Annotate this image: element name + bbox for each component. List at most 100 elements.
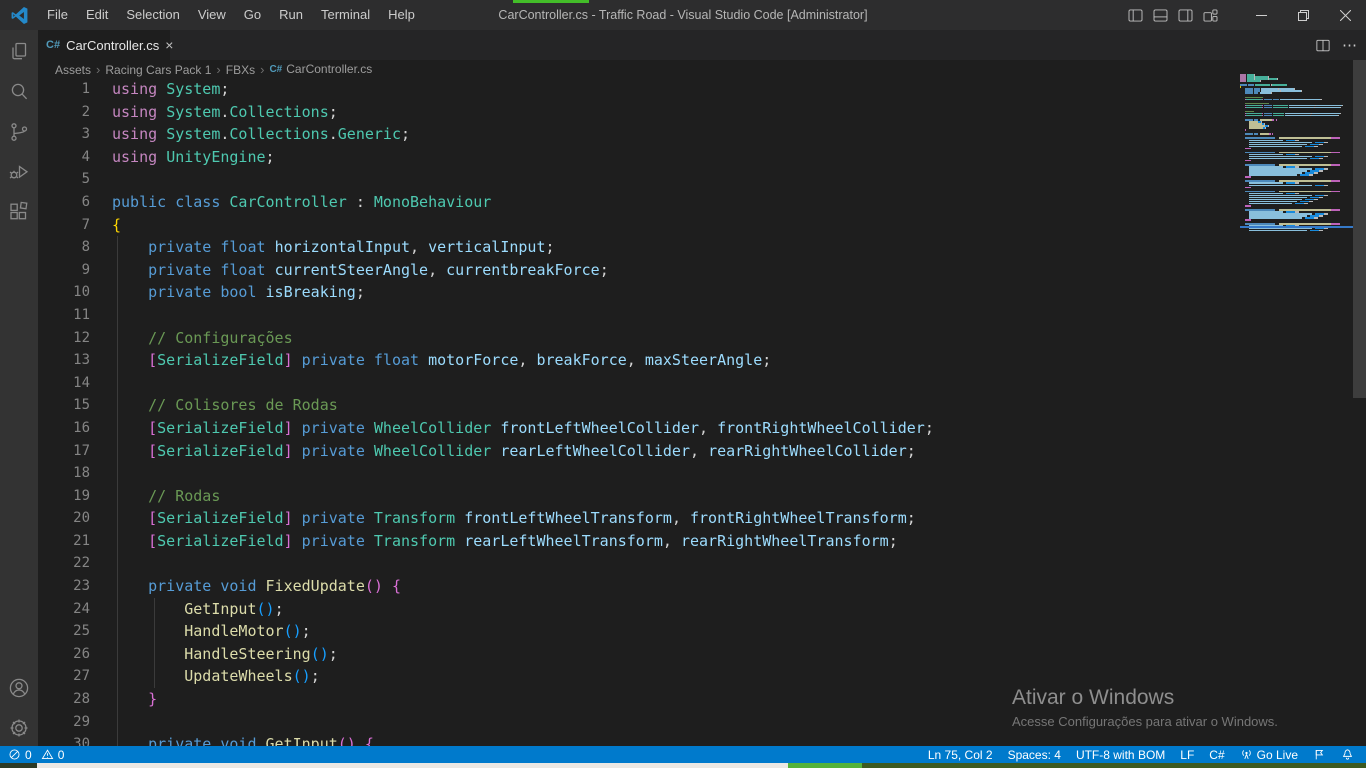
line-number[interactable]: 11: [38, 304, 90, 327]
code-line[interactable]: 13 [SerializeField] private float motorF…: [38, 349, 1366, 372]
line-number[interactable]: 27: [38, 665, 90, 688]
line-number[interactable]: 3: [38, 123, 90, 146]
extensions-icon[interactable]: [7, 200, 31, 224]
line-number[interactable]: 6: [38, 191, 90, 214]
code-line[interactable]: 2using System.Collections;: [38, 101, 1366, 124]
line-number[interactable]: 12: [38, 327, 90, 350]
menu-terminal[interactable]: Terminal: [312, 0, 379, 30]
code-line[interactable]: 9 private float currentSteerAngle, curre…: [38, 259, 1366, 282]
code-line[interactable]: 15 // Colisores de Rodas: [38, 394, 1366, 417]
code-line[interactable]: 22: [38, 552, 1366, 575]
status-encoding[interactable]: UTF-8 with BOM: [1076, 748, 1165, 762]
line-number[interactable]: 26: [38, 643, 90, 666]
line-number[interactable]: 24: [38, 598, 90, 621]
run-and-debug-icon[interactable]: [7, 160, 31, 184]
restore-button[interactable]: [1282, 0, 1324, 30]
line-number[interactable]: 29: [38, 711, 90, 734]
line-number[interactable]: 2: [38, 101, 90, 124]
line-number[interactable]: 25: [38, 620, 90, 643]
minimize-button[interactable]: [1240, 0, 1282, 30]
code-line[interactable]: 3using System.Collections.Generic;: [38, 123, 1366, 146]
line-number[interactable]: 14: [38, 372, 90, 395]
line-number[interactable]: 10: [38, 281, 90, 304]
code-line[interactable]: 7{: [38, 214, 1366, 237]
problems-indicator[interactable]: 0 0: [0, 748, 64, 762]
line-number[interactable]: 19: [38, 485, 90, 508]
search-icon[interactable]: [7, 80, 31, 104]
code-line[interactable]: 19 // Rodas: [38, 485, 1366, 508]
more-actions-icon[interactable]: ⋯: [1342, 36, 1358, 54]
accounts-icon[interactable]: [7, 676, 31, 700]
code-line[interactable]: 14: [38, 372, 1366, 395]
breadcrumb-item[interactable]: Assets: [55, 63, 91, 77]
code-line[interactable]: 30 private void GetInput() {: [38, 733, 1366, 746]
status-go-live[interactable]: Go Live: [1240, 748, 1298, 762]
code-line[interactable]: 1using System;: [38, 78, 1366, 101]
code-line[interactable]: 4using UnityEngine;: [38, 146, 1366, 169]
line-number[interactable]: 17: [38, 440, 90, 463]
status-language-mode[interactable]: C#: [1209, 748, 1224, 762]
code-editor[interactable]: 1using System;2using System.Collections;…: [38, 78, 1366, 746]
code-line[interactable]: 6public class CarController : MonoBehavi…: [38, 191, 1366, 214]
line-number[interactable]: 23: [38, 575, 90, 598]
status-indentation[interactable]: Spaces: 4: [1008, 748, 1061, 762]
line-number[interactable]: 18: [38, 462, 90, 485]
code-line[interactable]: 20 [SerializeField] private Transform fr…: [38, 507, 1366, 530]
feedback-flag-icon[interactable]: [1313, 748, 1326, 761]
code-line[interactable]: 25 HandleMotor();: [38, 620, 1366, 643]
menu-view[interactable]: View: [189, 0, 235, 30]
breadcrumb-item[interactable]: Racing Cars Pack 1: [105, 63, 211, 77]
split-editor-icon[interactable]: [1316, 39, 1330, 52]
toggle-primary-sidebar-icon[interactable]: [1128, 9, 1143, 22]
line-number[interactable]: 9: [38, 259, 90, 282]
line-number[interactable]: 13: [38, 349, 90, 372]
menu-go[interactable]: Go: [235, 0, 270, 30]
line-number[interactable]: 16: [38, 417, 90, 440]
customize-layout-icon[interactable]: [1203, 9, 1218, 22]
toggle-panel-icon[interactable]: [1153, 9, 1168, 22]
settings-gear-icon[interactable]: [7, 716, 31, 740]
breadcrumb-file[interactable]: CarController.cs: [286, 62, 372, 76]
explorer-icon[interactable]: [7, 40, 31, 64]
line-number[interactable]: 7: [38, 214, 90, 237]
code-line[interactable]: 27 UpdateWheels();: [38, 665, 1366, 688]
close-window-button[interactable]: [1324, 0, 1366, 30]
line-number[interactable]: 22: [38, 552, 90, 575]
code-line[interactable]: 17 [SerializeField] private WheelCollide…: [38, 440, 1366, 463]
line-number[interactable]: 4: [38, 146, 90, 169]
menu-edit[interactable]: Edit: [77, 0, 117, 30]
tab-carcontroller[interactable]: C# CarController.cs ×: [38, 30, 170, 60]
line-number[interactable]: 28: [38, 688, 90, 711]
line-number[interactable]: 21: [38, 530, 90, 553]
code-line[interactable]: 23 private void FixedUpdate() {: [38, 575, 1366, 598]
notifications-bell-icon[interactable]: [1341, 748, 1354, 761]
scrollbar-thumb[interactable]: [1353, 60, 1366, 398]
source-control-icon[interactable]: [7, 120, 31, 144]
minimap[interactable]: [1240, 74, 1353, 232]
line-number[interactable]: 5: [38, 168, 90, 191]
menu-run[interactable]: Run: [270, 0, 312, 30]
code-line[interactable]: 18: [38, 462, 1366, 485]
code-line[interactable]: 12 // Configurações: [38, 327, 1366, 350]
toggle-secondary-sidebar-icon[interactable]: [1178, 9, 1193, 22]
line-number[interactable]: 8: [38, 236, 90, 259]
code-line[interactable]: 26 HandleSteering();: [38, 643, 1366, 666]
code-line[interactable]: 21 [SerializeField] private Transform re…: [38, 530, 1366, 553]
menu-help[interactable]: Help: [379, 0, 424, 30]
code-line[interactable]: 10 private bool isBreaking;: [38, 281, 1366, 304]
line-number[interactable]: 1: [38, 78, 90, 101]
code-line[interactable]: 8 private float horizontalInput, vertica…: [38, 236, 1366, 259]
line-number[interactable]: 15: [38, 394, 90, 417]
line-number[interactable]: 30: [38, 733, 90, 746]
menu-file[interactable]: File: [38, 0, 77, 30]
code-line[interactable]: 24 GetInput();: [38, 598, 1366, 621]
code-line[interactable]: 11: [38, 304, 1366, 327]
breadcrumb-item[interactable]: FBXs: [226, 63, 255, 77]
line-number[interactable]: 20: [38, 507, 90, 530]
code-line[interactable]: 5: [38, 168, 1366, 191]
tab-close-icon[interactable]: ×: [165, 38, 173, 52]
code-line[interactable]: 16 [SerializeField] private WheelCollide…: [38, 417, 1366, 440]
status-eol[interactable]: LF: [1180, 748, 1194, 762]
status-cursor-position[interactable]: Ln 75, Col 2: [928, 748, 993, 762]
menu-selection[interactable]: Selection: [117, 0, 188, 30]
